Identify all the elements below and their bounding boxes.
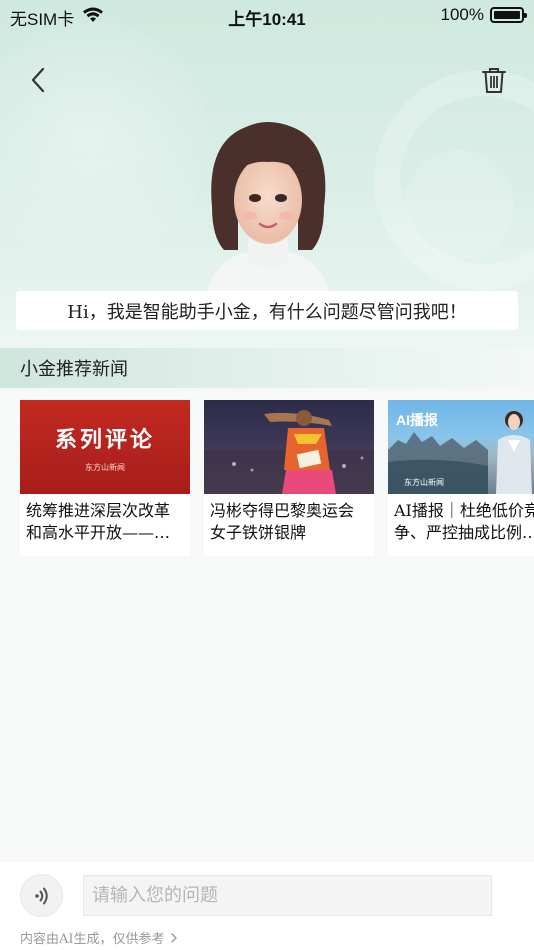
chevron-left-icon — [31, 67, 45, 93]
disclaimer-text: 内容由AI生成，仅供参考 — [20, 932, 165, 947]
news-title: 冯彬夺得巴黎奥运会女子铁饼银牌 — [210, 501, 355, 542]
decorative-circle — [0, 20, 210, 260]
input-bar: 内容由AI生成，仅供参考 — [0, 862, 534, 950]
trash-icon — [482, 68, 506, 93]
assistant-greeting: Hi，我是智能助手小金，有什么问题尽管问我吧！ — [16, 291, 518, 330]
voice-input-button[interactable] — [20, 874, 63, 917]
news-title: AI播报｜杜绝低价竞争、严控抽成比例… — [394, 501, 534, 542]
decorative-circle — [404, 150, 514, 260]
news-carousel[interactable]: 系列评论 东方山新闻 统筹推进深层次改革和高水平开放——… 冯彬夺得巴黎奥运会女… — [20, 400, 534, 556]
news-thumbnail: 系列评论 东方山新闻 — [20, 400, 190, 494]
battery-icon — [490, 7, 527, 23]
news-card[interactable]: AI播报 东方山新闻 AI播报｜杜绝低价竞争、严控抽成比例… — [388, 400, 534, 556]
thumbnail-caption: AI播报 — [396, 412, 438, 428]
chevron-right-icon — [170, 932, 177, 943]
clear-chat-button[interactable] — [476, 62, 512, 98]
recommend-section-title: 小金推荐新闻 — [0, 348, 534, 388]
news-title: 统筹推进深层次改革和高水平开放——… — [26, 501, 171, 542]
news-thumbnail — [204, 400, 374, 494]
ai-disclaimer-link[interactable]: 内容由AI生成，仅供参考 — [20, 928, 179, 947]
news-logo: 东方山新闻 — [85, 463, 125, 472]
news-card[interactable]: 冯彬夺得巴黎奥运会女子铁饼银牌 — [204, 400, 374, 556]
assistant-avatar — [186, 112, 350, 292]
news-thumbnail: AI播报 东方山新闻 — [388, 400, 534, 494]
news-logo: 东方山新闻 — [404, 478, 444, 487]
news-card[interactable]: 系列评论 东方山新闻 统筹推进深层次改革和高水平开放——… — [20, 400, 190, 556]
back-button[interactable] — [20, 62, 56, 98]
voice-icon — [34, 887, 48, 904]
section-title-text: 小金推荐新闻 — [20, 359, 128, 380]
battery-percent: 100% — [440, 5, 484, 24]
status-bar: 无SIM卡 上午10:41 100% — [0, 0, 534, 32]
question-input[interactable] — [83, 875, 492, 916]
thumbnail-caption: 系列评论 — [54, 428, 155, 453]
